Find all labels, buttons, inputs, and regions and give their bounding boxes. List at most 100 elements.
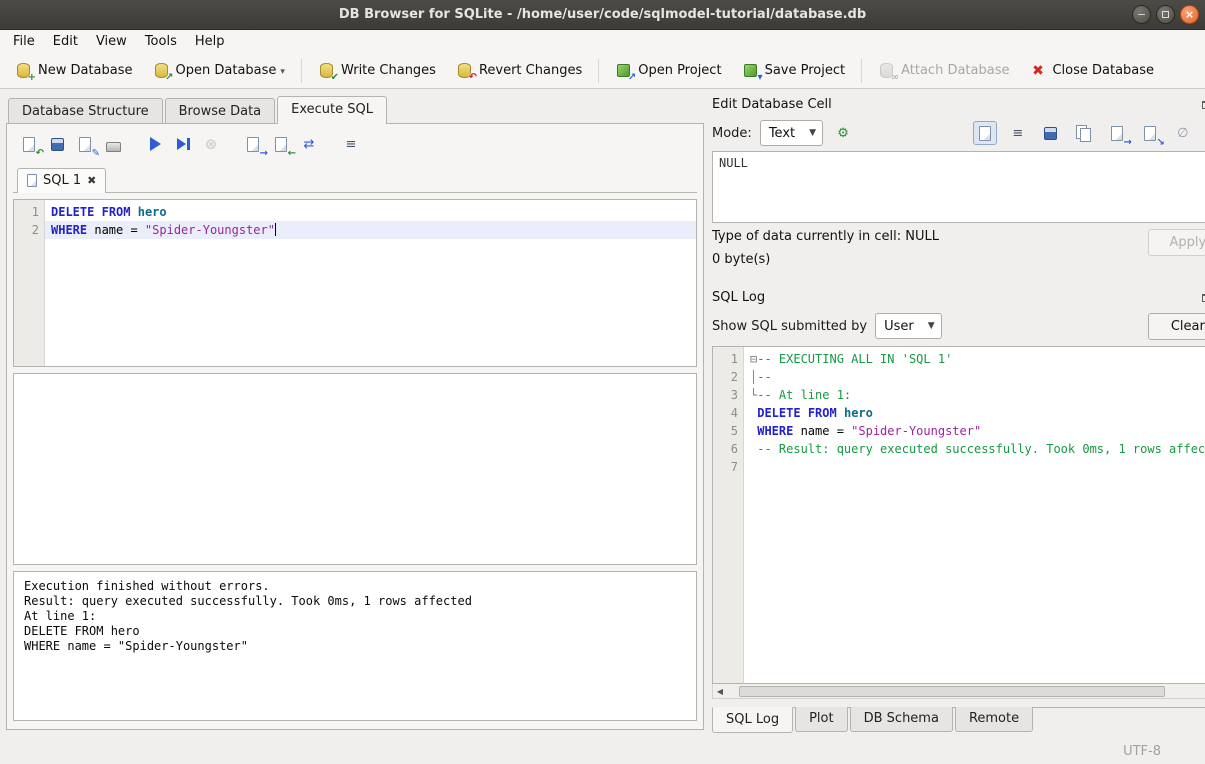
toolbar-separator [861,59,862,83]
scroll-left-icon[interactable]: ◀ [713,687,727,696]
export-cell-icon[interactable]: ↘ [1138,121,1162,145]
log-code: ⊟-- EXECUTING ALL IN 'SQL 1'│--└-- At li… [744,347,1205,683]
menu-tools[interactable]: Tools [136,31,186,52]
main-content: Database Structure Browse Data Execute S… [0,89,1205,738]
main-tab-bar: Database Structure Browse Data Execute S… [6,94,704,123]
edit-cell-title: Edit Database Cell [712,97,1202,112]
mode-combo[interactable]: Text ▼ [760,120,823,146]
menu-help[interactable]: Help [186,31,234,52]
tab-db-schema[interactable]: DB Schema [850,707,953,732]
mode-value: Text [769,126,795,141]
menu-edit[interactable]: Edit [44,31,87,52]
mode-label: Mode: [712,126,752,141]
set-null-icon: ∅ [1171,121,1195,145]
import-cell-icon[interactable]: → [1105,121,1129,145]
export-icon[interactable]: → [241,132,265,156]
cell-type-info: Type of data currently in cell: NULL [712,229,1148,244]
close-database-button[interactable]: ✖ Close Database [1020,57,1163,84]
save-project-icon: ▾ [742,62,759,79]
cell-info-row: Type of data currently in cell: NULL 0 b… [712,223,1205,279]
execution-messages: Execution finished without errors. Resul… [14,572,696,661]
maximize-icon [1162,11,1169,18]
sql-log-header: SQL Log × [712,287,1205,308]
window-controls: − × [1132,5,1199,24]
log-line-numbers: 1234567 [713,347,744,683]
cell-size-info: 0 byte(s) [712,252,1148,267]
tab-database-structure[interactable]: Database Structure [8,98,163,124]
close-button[interactable]: × [1180,5,1199,24]
menu-file[interactable]: File [4,31,44,52]
write-changes-button[interactable]: ✔ Write Changes [309,57,445,84]
sql-editor[interactable]: 12 DELETE FROM heroWHERE name = "Spider-… [13,199,697,367]
execute-sql-icon[interactable] [143,132,167,156]
tab-sql-log[interactable]: SQL Log [712,707,793,733]
open-database-icon: ↗ [153,62,170,79]
scrollbar-thumb[interactable] [739,686,1165,697]
results-grid[interactable] [13,373,697,565]
word-wrap-icon[interactable]: ≡ [1006,121,1030,145]
combo-arrow-icon: ▼ [928,321,935,331]
revert-changes-button[interactable]: ↶ Revert Changes [447,57,591,84]
app-window: DB Browser for SQLite - /home/user/code/… [0,0,1205,764]
cell-toolbar: ≡ → ↘ ∅ [973,121,1205,145]
new-database-icon: + [15,62,32,79]
editor-code[interactable]: DELETE FROM heroWHERE name = "Spider-You… [45,200,696,366]
tab-browse-data[interactable]: Browse Data [165,98,276,124]
log-horizontal-scrollbar[interactable]: ◀ ▶ [712,684,1205,699]
sql-tab[interactable]: SQL 1 ✖ [17,168,106,193]
copy-cell-icon[interactable] [1072,121,1096,145]
auto-mode-gear-icon[interactable]: ⚙ [831,121,855,145]
combo-arrow-icon: ▼ [809,128,816,138]
sql-log-filter-row: Show SQL submitted by User ▼ Clear [712,308,1205,344]
tab-plot[interactable]: Plot [795,707,848,732]
title-bar: DB Browser for SQLite - /home/user/code/… [0,0,1205,30]
messages-pane: Execution finished without errors. Resul… [13,571,697,721]
tab-execute-sql[interactable]: Execute SQL [277,96,387,124]
close-database-icon: ✖ [1029,62,1046,79]
tab-remote[interactable]: Remote [955,707,1033,732]
submitted-by-value: User [884,319,914,334]
execute-line-icon[interactable] [171,132,195,156]
sql-log-title: SQL Log [712,290,1202,305]
save-cell-icon[interactable] [1039,121,1063,145]
open-database-dropdown-icon[interactable]: ▾ [280,67,285,79]
save-sql-icon[interactable] [45,132,69,156]
open-project-icon: ↗ [615,62,632,79]
attach-database-icon: ∞ [878,62,895,79]
main-toolbar: + New Database ↗ Open Database ▾ ✔ Write… [0,53,1205,89]
execute-sql-panel: ↶ ✎ ⊗ → ← ⇄ ≡ SQL 1 [6,123,704,730]
encoding-indicator: UTF-8 [1123,744,1161,759]
sql-tab-bar: SQL 1 ✖ [13,164,697,193]
open-database-button[interactable]: ↗ Open Database ▾ [144,57,294,84]
clear-log-button[interactable]: Clear [1148,313,1205,340]
minimize-button[interactable]: − [1132,5,1151,24]
sql-log-view[interactable]: 1234567 ⊟-- EXECUTING ALL IN 'SQL 1'│--└… [712,346,1205,684]
edit-cell-header: Edit Database Cell × [712,94,1205,115]
open-project-button[interactable]: ↗ Open Project [606,57,730,84]
word-wrap-icon[interactable]: ≡ [339,132,363,156]
status-bar: UTF-8 [0,738,1205,764]
text-document-icon[interactable] [973,121,997,145]
revert-changes-icon: ↶ [456,62,473,79]
import-icon[interactable]: ← [269,132,293,156]
window-title: DB Browser for SQLite - /home/user/code/… [0,7,1205,22]
cell-mode-row: Mode: Text ▼ ⚙ ≡ → ↘ ∅ [712,115,1205,151]
open-sql-icon[interactable]: ↶ [17,132,41,156]
menu-view[interactable]: View [87,31,136,52]
toolbar-separator [301,59,302,83]
write-changes-icon: ✔ [318,62,335,79]
save-sql-as-icon[interactable]: ✎ [73,132,97,156]
dock-tab-bar: SQL Log Plot DB Schema Remote [712,707,1205,734]
maximize-button[interactable] [1156,5,1175,24]
save-project-button[interactable]: ▾ Save Project [733,57,855,84]
right-column: Edit Database Cell × Mode: Text ▼ ⚙ ≡ [704,89,1205,738]
submitted-by-combo[interactable]: User ▼ [875,313,942,339]
print-icon[interactable] [101,132,125,156]
new-database-button[interactable]: + New Database [6,57,142,84]
find-replace-icon[interactable]: ⇄ [297,132,321,156]
menu-bar: File Edit View Tools Help [0,30,1205,53]
stop-icon: ⊗ [199,132,223,156]
cell-editor[interactable]: NULL [712,151,1205,223]
editor-line-numbers: 12 [14,200,45,366]
sql-tab-close-icon[interactable]: ✖ [87,174,96,187]
